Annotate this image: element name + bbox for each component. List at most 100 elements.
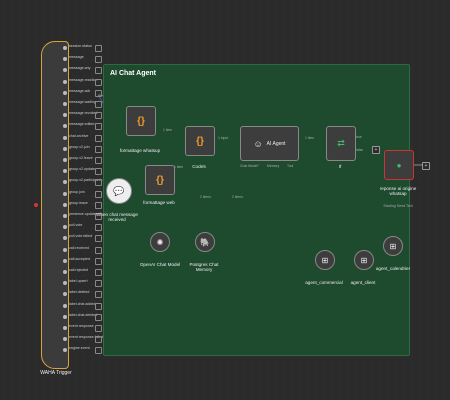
branch-icon: ⇄ bbox=[337, 138, 345, 148]
add-connection-handle[interactable] bbox=[95, 235, 102, 243]
add-connection-handle[interactable] bbox=[95, 224, 102, 232]
if-node[interactable]: ⇄ bbox=[326, 126, 356, 161]
add-connection-handle[interactable] bbox=[95, 56, 102, 64]
add-connection-handle[interactable] bbox=[95, 257, 102, 265]
formattage-whatsup-node[interactable]: {} bbox=[126, 106, 156, 136]
event-label: call.rejected bbox=[69, 268, 89, 272]
output-port[interactable] bbox=[63, 202, 67, 207]
chat-bubble-icon: 💬 bbox=[113, 185, 125, 196]
output-port[interactable] bbox=[63, 314, 67, 319]
event-label: message bbox=[69, 55, 84, 60]
add-connection-handle[interactable] bbox=[95, 336, 102, 344]
trigger-error-marker bbox=[34, 203, 38, 207]
event-label: label.chat.added bbox=[69, 301, 96, 306]
event-label: poll.vote bbox=[69, 223, 83, 228]
add-connection-handle[interactable] bbox=[95, 179, 102, 187]
port-memory: Memory bbox=[267, 164, 280, 168]
add-connection-handle[interactable] bbox=[95, 123, 102, 131]
event-label: event.response bbox=[69, 324, 94, 328]
openai-node[interactable]: ✺ bbox=[150, 232, 170, 252]
edge-label: 2 items bbox=[232, 195, 243, 199]
reponse-sublabel: Starting Send Text bbox=[383, 204, 413, 208]
formattage-whatsup-label: formattage whatsup bbox=[119, 148, 161, 153]
add-connection-handle[interactable] bbox=[95, 89, 102, 97]
formattage-web-node[interactable]: {} bbox=[145, 165, 175, 195]
output-port[interactable] bbox=[63, 303, 67, 308]
event-label: poll.vote.failed bbox=[69, 234, 92, 239]
add-connection-handle[interactable] bbox=[95, 190, 102, 198]
edge-label-false: false bbox=[356, 148, 364, 152]
edge-label: 2 items bbox=[200, 195, 211, 199]
edge-label: 1 input bbox=[218, 136, 229, 140]
agent-client-label: agent_client bbox=[350, 280, 376, 285]
sitemap-icon: ⊞ bbox=[321, 255, 329, 265]
add-connection-handle[interactable] bbox=[95, 246, 102, 254]
output-port[interactable] bbox=[63, 258, 67, 263]
add-connection-handle[interactable] bbox=[95, 145, 102, 153]
output-port[interactable] bbox=[63, 326, 67, 330]
postgres-icon: 🐘 bbox=[200, 237, 210, 247]
add-connection-handle[interactable] bbox=[95, 302, 102, 310]
reponse-label: reponse ai origine whatsap bbox=[379, 186, 417, 196]
output-port[interactable] bbox=[63, 191, 67, 196]
add-false-branch[interactable]: + bbox=[372, 146, 380, 154]
output-port[interactable] bbox=[63, 79, 67, 84]
postgres-label: Postgres Chat Memory bbox=[189, 262, 219, 272]
event-label: group.v2.join bbox=[69, 144, 90, 149]
chat-trigger-node[interactable]: 💬 bbox=[106, 178, 132, 204]
add-connection-handle[interactable] bbox=[95, 269, 102, 276]
event-label: message.revoked bbox=[69, 111, 98, 116]
agent-commercial-node[interactable]: ⊞ bbox=[315, 250, 335, 270]
ai-agent-node[interactable]: ☺ AI Agent bbox=[240, 126, 299, 161]
add-connection-handle[interactable] bbox=[95, 45, 102, 52]
openai-icon: ✺ bbox=[156, 237, 164, 247]
event-label: message.any bbox=[69, 66, 91, 71]
output-port[interactable] bbox=[63, 146, 67, 151]
event-label: label.chat.deleted bbox=[69, 312, 98, 317]
add-connection-handle[interactable] bbox=[95, 280, 102, 288]
add-connection-handle[interactable] bbox=[95, 112, 102, 120]
output-port[interactable] bbox=[63, 46, 67, 50]
openai-label: OpenAI Chat Model bbox=[139, 262, 181, 267]
agent-client-node[interactable]: ⊞ bbox=[354, 250, 374, 270]
event-label: session.status bbox=[69, 44, 92, 48]
event-label: group.v2.leave bbox=[69, 156, 93, 160]
event-label: call.received bbox=[69, 245, 89, 250]
output-port[interactable] bbox=[63, 90, 67, 95]
ai-agent-label: AI Agent bbox=[266, 140, 286, 147]
output-port[interactable] bbox=[63, 247, 67, 252]
event-label: message.waiting bbox=[69, 100, 96, 104]
code-braces-icon: {} bbox=[137, 115, 145, 127]
agent-calendrier-node[interactable]: ⊞ bbox=[383, 236, 403, 256]
port-chat-model: Chat Model* bbox=[240, 164, 259, 168]
code5-node[interactable]: {} bbox=[185, 126, 215, 156]
if-label: If bbox=[338, 164, 342, 169]
reponse-whatsap-node[interactable]: ● bbox=[384, 150, 414, 180]
postgres-node[interactable]: 🐘 bbox=[195, 232, 215, 252]
add-connection-handle[interactable] bbox=[95, 347, 102, 355]
add-connection-handle[interactable] bbox=[95, 157, 102, 164]
add-connection-handle[interactable] bbox=[95, 134, 102, 142]
output-port[interactable] bbox=[63, 270, 67, 274]
add-connection-handle[interactable] bbox=[95, 168, 102, 176]
edge-label-true: true bbox=[356, 135, 362, 139]
add-connection-handle[interactable] bbox=[95, 325, 102, 332]
sitemap-icon: ⊞ bbox=[360, 255, 368, 265]
event-label: engine.event bbox=[69, 346, 90, 351]
add-connection-handle[interactable] bbox=[95, 291, 102, 299]
add-connection-handle[interactable] bbox=[95, 78, 102, 86]
add-connection-handle[interactable] bbox=[95, 101, 102, 108]
add-after-reponse[interactable]: + bbox=[422, 162, 430, 170]
waha-trigger-label: WAHA Trigger bbox=[40, 370, 72, 376]
event-label: message.ack bbox=[69, 88, 91, 93]
output-port[interactable] bbox=[63, 214, 67, 218]
output-port[interactable] bbox=[63, 135, 67, 140]
chat-trigger-label: When chat message received bbox=[96, 212, 138, 222]
output-port[interactable] bbox=[63, 158, 67, 162]
workflow-canvas[interactable]: AI Chat Agent WAHA Trigger session.statu… bbox=[0, 0, 450, 400]
add-connection-handle[interactable] bbox=[95, 67, 102, 75]
add-connection-handle[interactable] bbox=[95, 313, 102, 321]
output-port[interactable] bbox=[63, 102, 67, 106]
event-label: message.reaction bbox=[69, 77, 98, 82]
add-connection-handle[interactable] bbox=[95, 201, 102, 209]
